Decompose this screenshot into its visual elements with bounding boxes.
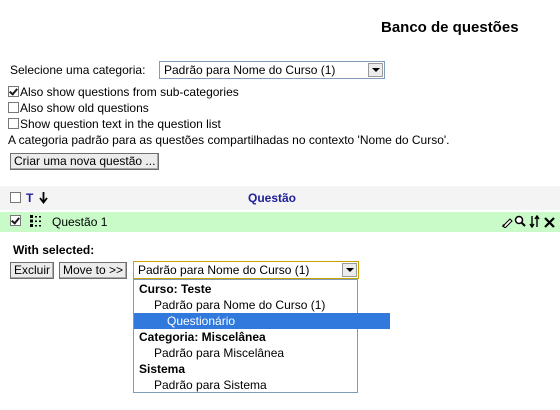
show-text-checkbox[interactable] bbox=[8, 118, 19, 129]
preview-icon[interactable] bbox=[514, 215, 526, 228]
column-question-header[interactable]: Questão bbox=[248, 191, 296, 205]
select-all-checkbox[interactable] bbox=[10, 192, 21, 203]
move-target-value: Padrão para Nome do Curso (1) bbox=[138, 263, 310, 277]
optgroup-curso: Curso: Teste bbox=[139, 282, 212, 296]
edit-icon[interactable] bbox=[501, 216, 513, 228]
subcategories-checkbox[interactable] bbox=[8, 86, 19, 97]
create-question-button[interactable]: Criar uma nova questão ... bbox=[10, 153, 160, 170]
column-type-sort[interactable]: T bbox=[26, 191, 33, 205]
show-text-label: Show question text in the question list bbox=[20, 117, 221, 131]
multichoice-type-icon bbox=[30, 215, 41, 227]
sort-down-icon[interactable] bbox=[39, 192, 48, 204]
move-icon[interactable] bbox=[529, 215, 541, 228]
option-padrao-miscelanea[interactable]: Padrão para Miscelânea bbox=[134, 345, 377, 361]
subcategories-label: Also show questions from sub-categories bbox=[20, 85, 239, 99]
category-label: Selecione uma categoria: bbox=[10, 63, 146, 77]
option-padrao-curso[interactable]: Padrão para Nome do Curso (1) bbox=[134, 297, 377, 313]
row-checkbox[interactable] bbox=[10, 215, 21, 226]
question-name: Questão 1 bbox=[52, 215, 108, 229]
page-title: Banco de questões bbox=[381, 19, 519, 36]
old-questions-checkbox[interactable] bbox=[8, 102, 19, 113]
category-select-value: Padrão para Nome do Curso (1) bbox=[164, 63, 336, 77]
optgroup-sistema: Sistema bbox=[139, 362, 186, 376]
delete-icon[interactable] bbox=[544, 217, 555, 228]
old-questions-label: Also show old questions bbox=[20, 101, 149, 115]
move-target-dropdown[interactable]: Curso: Teste Padrão para Nome do Curso (… bbox=[133, 279, 390, 393]
move-to-button[interactable]: Move to >> bbox=[59, 262, 128, 279]
chevron-down-icon[interactable] bbox=[368, 63, 383, 77]
with-selected-label: With selected: bbox=[13, 243, 95, 257]
optgroup-miscelanea: Categoria: Miscelânea bbox=[139, 330, 266, 344]
chevron-down-icon[interactable] bbox=[342, 263, 357, 277]
option-padrao-sistema[interactable]: Padrão para Sistema bbox=[134, 377, 377, 393]
category-select[interactable]: Padrão para Nome do Curso (1) bbox=[159, 61, 385, 79]
move-target-select[interactable]: Padrão para Nome do Curso (1) bbox=[133, 261, 359, 279]
option-questionario[interactable]: Questionário bbox=[134, 313, 390, 329]
delete-button[interactable]: Excluir bbox=[10, 262, 55, 279]
context-info: A categoria padrão para as questões comp… bbox=[8, 133, 450, 147]
